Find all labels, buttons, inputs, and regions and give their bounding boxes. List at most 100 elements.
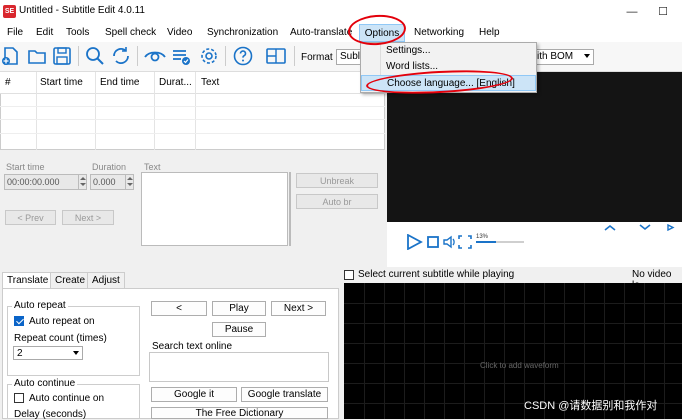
visual-sync-eye-icon[interactable] bbox=[144, 45, 166, 67]
fullscreen-icon[interactable] bbox=[458, 234, 472, 250]
grid-row-line bbox=[0, 133, 385, 134]
auto-repeat-on-label: Auto repeat on bbox=[29, 316, 95, 327]
grid-row-line bbox=[0, 106, 385, 107]
encoding-combo[interactable]: ith BOM bbox=[534, 49, 594, 65]
column-divider bbox=[36, 72, 37, 150]
grid-row-line bbox=[0, 119, 385, 120]
column-divider bbox=[195, 72, 196, 150]
toolbar-separator bbox=[225, 46, 226, 66]
new-file-icon[interactable] bbox=[0, 45, 22, 67]
translate-pause-button[interactable]: Pause bbox=[212, 322, 266, 337]
toolbar-separator bbox=[294, 46, 295, 66]
menu-file[interactable]: File bbox=[7, 24, 23, 42]
tab-adjust[interactable]: Adjust bbox=[87, 272, 125, 288]
select-subtitle-checkbox[interactable] bbox=[344, 270, 354, 280]
tab-translate[interactable]: Translate bbox=[2, 272, 54, 288]
text-label: Text bbox=[144, 162, 161, 172]
search-text-input[interactable] bbox=[149, 352, 329, 382]
settings-gear-icon[interactable] bbox=[198, 45, 220, 67]
format-value: Subl bbox=[340, 51, 361, 62]
help-icon[interactable] bbox=[232, 45, 254, 67]
play-icon[interactable] bbox=[405, 234, 423, 250]
auto-repeat-checkbox[interactable] bbox=[14, 316, 24, 326]
minimize-button[interactable]: — bbox=[617, 2, 647, 22]
toolbar-separator bbox=[137, 46, 138, 66]
format-label: Format bbox=[301, 52, 333, 63]
menu-spell-check[interactable]: Spell check bbox=[105, 24, 156, 42]
waveform-grid-line bbox=[344, 383, 682, 384]
auto-continue-on-label: Auto continue on bbox=[29, 393, 105, 404]
repeat-count-label: Repeat count (times) bbox=[14, 333, 107, 344]
column-end-time[interactable]: End time bbox=[100, 77, 139, 88]
google-it-button[interactable]: Google it bbox=[151, 387, 237, 402]
subtitle-text-area[interactable] bbox=[141, 172, 288, 246]
tab-create[interactable]: Create bbox=[50, 272, 91, 288]
menu-tools[interactable]: Tools bbox=[66, 24, 89, 42]
auto-continue-title: Auto continue bbox=[12, 378, 78, 389]
translate-next-button[interactable]: Next > bbox=[271, 301, 326, 316]
waveform-grid-line bbox=[344, 343, 682, 344]
volume-percentage: 13% bbox=[476, 234, 489, 240]
column-number[interactable]: # bbox=[5, 77, 11, 88]
volume-icon[interactable] bbox=[442, 234, 458, 250]
replace-icon[interactable] bbox=[110, 45, 132, 67]
duration-value: 0.000 bbox=[93, 177, 116, 187]
translate-prev-button[interactable]: < bbox=[151, 301, 207, 316]
delay-seconds-label: Delay (seconds) bbox=[14, 409, 87, 420]
auto-continue-checkbox[interactable] bbox=[14, 393, 24, 403]
text-area-scrollbar[interactable] bbox=[289, 172, 291, 246]
app-logo-icon: SE bbox=[3, 5, 16, 18]
column-text[interactable]: Text bbox=[201, 77, 219, 88]
translate-play-button[interactable]: Play bbox=[212, 301, 266, 316]
start-time-label: Start time bbox=[6, 162, 45, 172]
menu-help[interactable]: Help bbox=[479, 24, 500, 42]
column-divider bbox=[154, 72, 155, 150]
start-time-value: 00:00:00.000 bbox=[7, 177, 60, 187]
watermark: CSDN @请数据别和我作对 bbox=[524, 400, 658, 412]
duration-input[interactable]: 0.000 bbox=[90, 174, 134, 190]
menu-synchronization[interactable]: Synchronization bbox=[207, 24, 278, 42]
next-frame-icon[interactable] bbox=[666, 224, 678, 231]
repeat-count-value: 2 bbox=[17, 348, 23, 359]
menu-video[interactable]: Video bbox=[167, 24, 192, 42]
collapse-up-icon[interactable] bbox=[603, 224, 617, 231]
format-combo[interactable]: Subl bbox=[336, 49, 362, 65]
column-duration[interactable]: Durat... bbox=[159, 77, 192, 88]
volume-slider-fill bbox=[476, 241, 496, 243]
waveform-grid-line bbox=[344, 323, 682, 324]
menu-networking[interactable]: Networking bbox=[414, 24, 464, 42]
start-time-spinner[interactable] bbox=[78, 175, 86, 189]
chevron-down-icon bbox=[73, 351, 79, 355]
chevron-down-icon bbox=[584, 54, 590, 58]
stop-icon[interactable] bbox=[426, 235, 440, 249]
next-button[interactable]: Next > bbox=[62, 210, 114, 225]
auto-repeat-title: Auto repeat bbox=[12, 300, 68, 311]
video-player[interactable] bbox=[387, 72, 682, 222]
repeat-count-combo[interactable]: 2 bbox=[13, 346, 83, 360]
duration-label: Duration bbox=[92, 162, 127, 172]
save-icon[interactable] bbox=[51, 45, 73, 67]
expand-down-icon[interactable] bbox=[638, 224, 652, 231]
menu-edit[interactable]: Edit bbox=[36, 24, 53, 42]
prev-button[interactable]: < Prev bbox=[5, 210, 56, 225]
layout-icon[interactable] bbox=[265, 45, 287, 67]
window-title: Untitled - Subtitle Edit 4.0.11 bbox=[19, 5, 145, 16]
free-dictionary-button[interactable]: The Free Dictionary bbox=[151, 407, 328, 419]
search-icon[interactable] bbox=[84, 45, 106, 67]
auto-br-button[interactable]: Auto br bbox=[296, 194, 378, 209]
unbreak-button[interactable]: Unbreak bbox=[296, 173, 378, 188]
select-subtitle-label: Select current subtitle while playing bbox=[358, 269, 515, 280]
column-start-time[interactable]: Start time bbox=[40, 77, 83, 88]
menu-auto-translate[interactable]: Auto-translate bbox=[290, 24, 352, 42]
start-time-input[interactable]: 00:00:00.000 bbox=[4, 174, 87, 190]
column-divider bbox=[95, 72, 96, 150]
menu-item-settings[interactable]: Settings... bbox=[361, 43, 536, 59]
waveform-hint: Click to add waveform bbox=[480, 361, 559, 370]
search-text-online-label: Search text online bbox=[152, 341, 233, 352]
google-translate-button[interactable]: Google translate bbox=[241, 387, 328, 402]
duration-spinner[interactable] bbox=[125, 175, 133, 189]
spell-check-icon[interactable] bbox=[170, 45, 192, 67]
maximize-button[interactable]: ☐ bbox=[648, 2, 678, 22]
open-folder-icon[interactable] bbox=[26, 45, 48, 67]
waveform-grid-line bbox=[344, 303, 682, 304]
